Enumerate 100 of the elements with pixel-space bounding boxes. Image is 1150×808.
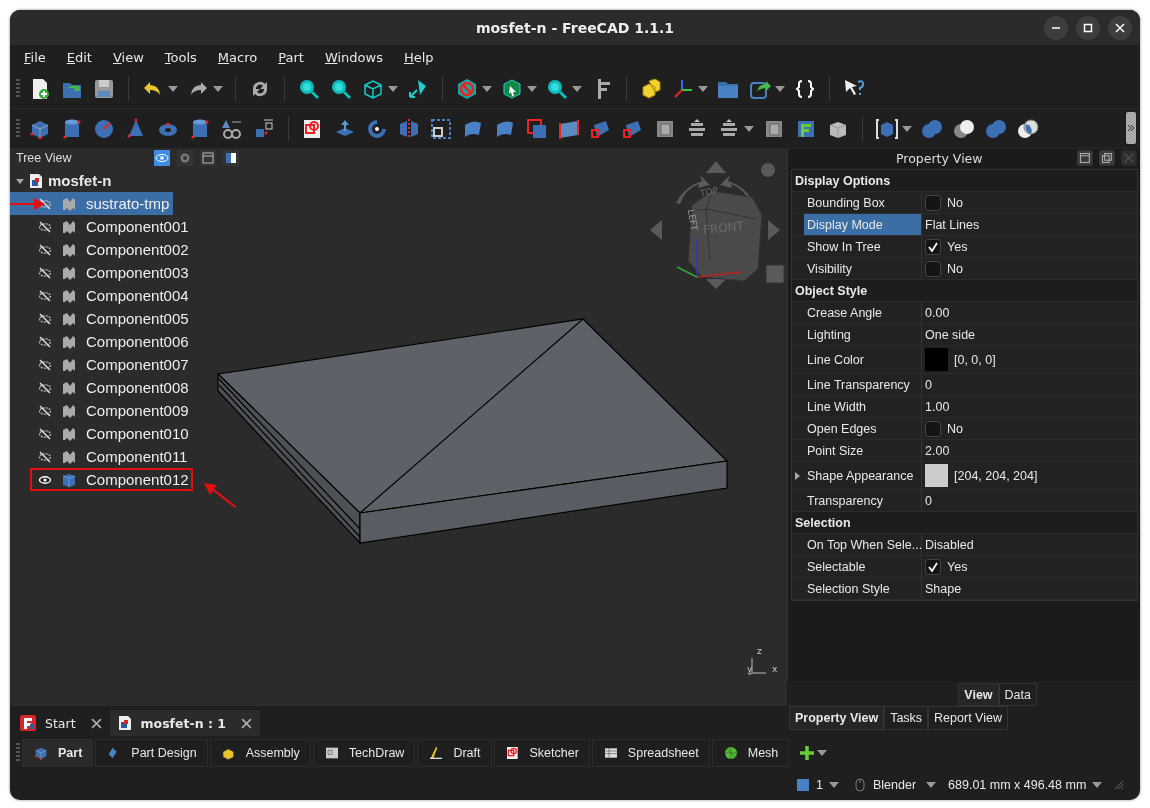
status-text[interactable]: 689.01 mm x 496.48 mm <box>948 778 1087 792</box>
caret-icon[interactable] <box>775 86 785 92</box>
tree-item[interactable]: Component005 <box>10 307 193 330</box>
zoom-selection-icon[interactable] <box>329 77 353 101</box>
property-name[interactable]: Display Mode <box>804 214 922 235</box>
property-name[interactable]: Lighting <box>804 324 922 345</box>
tab[interactable]: Tasks <box>884 706 929 730</box>
workbench-tab[interactable]: Sketcher <box>493 738 590 767</box>
minimize-button[interactable] <box>1044 16 1068 40</box>
workbench-tab[interactable]: Draft <box>417 738 492 767</box>
menu-item[interactable]: Help <box>403 50 434 65</box>
color-swatch[interactable] <box>925 348 948 371</box>
property-name[interactable]: Crease Angle <box>804 302 922 323</box>
maximize-button[interactable] <box>1076 16 1100 40</box>
squares-icon[interactable] <box>525 116 549 141</box>
workbench-tab[interactable]: Spreadsheet <box>591 738 710 767</box>
caret-icon[interactable] <box>572 86 582 92</box>
cube-icon[interactable] <box>796 778 810 792</box>
status-text[interactable]: Blender <box>872 778 917 792</box>
menu-item[interactable]: View <box>112 50 144 65</box>
collapse-arrow-icon[interactable] <box>16 176 24 185</box>
caret-icon[interactable] <box>817 749 828 756</box>
property-name[interactable]: Line Width <box>804 396 922 417</box>
hidden-eye-icon[interactable] <box>38 427 52 440</box>
braces-icon[interactable] <box>793 77 817 101</box>
gear-icon[interactable] <box>177 150 193 166</box>
close-icon[interactable] <box>241 717 252 729</box>
workbench-tab[interactable]: Assembly <box>209 738 311 767</box>
workbench-tab[interactable]: Mesh <box>711 738 790 767</box>
property-name[interactable]: Bounding Box <box>804 192 922 213</box>
menu-item[interactable]: Windows <box>324 50 383 65</box>
hidden-eye-icon[interactable] <box>38 358 52 371</box>
close-button[interactable] <box>1108 16 1132 40</box>
common-icon[interactable] <box>1016 116 1040 141</box>
wireframe-cube-icon[interactable] <box>361 77 385 101</box>
status-text[interactable]: 1 <box>816 778 823 792</box>
float-icon[interactable] <box>1098 149 1117 167</box>
hidden-eye-icon[interactable] <box>38 266 52 279</box>
menu-item[interactable]: Macro <box>217 50 258 65</box>
document-name[interactable]: mosfet-n <box>48 172 112 189</box>
checkbox[interactable] <box>925 260 941 277</box>
zoom-refresh-icon[interactable] <box>545 77 569 101</box>
zoom-fit-icon[interactable] <box>297 77 321 101</box>
hidden-eye-icon[interactable] <box>38 335 52 348</box>
caret-icon[interactable] <box>828 782 839 788</box>
compound-icon[interactable] <box>875 116 899 141</box>
tree-item[interactable]: sustrato-tmp <box>10 192 174 215</box>
color-swatch[interactable] <box>925 464 948 487</box>
save-icon[interactable] <box>92 77 116 101</box>
property-name[interactable]: Transparency <box>804 490 922 511</box>
no-entry-icon[interactable] <box>455 77 479 101</box>
hidden-eye-icon[interactable] <box>38 312 52 325</box>
caret-icon[interactable] <box>482 86 492 92</box>
caret-icon[interactable] <box>527 86 537 92</box>
add-icon[interactable] <box>799 744 816 761</box>
caret-icon[interactable] <box>168 86 178 92</box>
more-tools-button[interactable] <box>1126 112 1136 144</box>
menu-item[interactable]: Edit <box>66 50 92 65</box>
tab[interactable]: Data <box>998 683 1037 706</box>
eye-icon[interactable] <box>38 474 52 485</box>
menu-item[interactable]: File <box>24 50 46 65</box>
dock-icon[interactable] <box>223 150 239 166</box>
tab[interactable]: Report View <box>928 706 1008 730</box>
blocks-icon[interactable] <box>639 77 663 101</box>
hidden-eye-icon[interactable] <box>38 289 52 302</box>
tree-item[interactable]: Component001 <box>10 215 193 238</box>
tree-item[interactable]: Component007 <box>10 353 193 376</box>
caret-icon[interactable] <box>388 86 398 92</box>
hidden-eye-icon[interactable] <box>38 381 52 394</box>
property-name[interactable]: Visibility <box>804 258 922 279</box>
hidden-eye-icon[interactable] <box>38 243 52 256</box>
tree-item[interactable]: Component004 <box>10 284 193 307</box>
property-name[interactable]: Point Size <box>804 440 922 461</box>
tree-item[interactable]: Component010 <box>10 422 193 445</box>
checkbox[interactable] <box>925 420 941 437</box>
property-name[interactable]: Line Color <box>804 346 922 373</box>
document-tab[interactable]: mosfet-n : 1 <box>109 710 260 736</box>
tree-item[interactable]: Component003 <box>10 261 193 284</box>
property-name[interactable]: Selection Style <box>804 578 922 599</box>
caret-icon[interactable] <box>926 782 937 788</box>
property-name[interactable]: Line Transparency <box>804 374 922 395</box>
tab[interactable]: Property View <box>789 706 885 730</box>
workbench-tab[interactable]: Part Design <box>95 738 208 767</box>
panel-icon[interactable] <box>200 150 216 166</box>
tree-item[interactable]: Component009 <box>10 399 193 422</box>
caret-icon[interactable] <box>744 125 754 132</box>
close-icon[interactable] <box>90 717 102 729</box>
tab[interactable]: View <box>958 683 999 706</box>
mouse-icon[interactable] <box>854 778 865 792</box>
workbench-tab[interactable]: Part <box>22 738 94 767</box>
tree-item[interactable]: Component008 <box>10 376 193 399</box>
offset-icon[interactable] <box>429 116 453 141</box>
checkbox[interactable] <box>925 238 941 255</box>
panel-icon[interactable] <box>1076 149 1095 167</box>
expand-arrow-icon[interactable] <box>795 471 801 480</box>
tree-item[interactable]: Component002 <box>10 238 193 261</box>
property-name[interactable]: Shape Appearance <box>804 462 922 489</box>
property-name[interactable]: On Top When Sele... <box>804 534 922 555</box>
caret-icon[interactable] <box>902 125 912 132</box>
property-name[interactable]: Show In Tree <box>804 236 922 257</box>
